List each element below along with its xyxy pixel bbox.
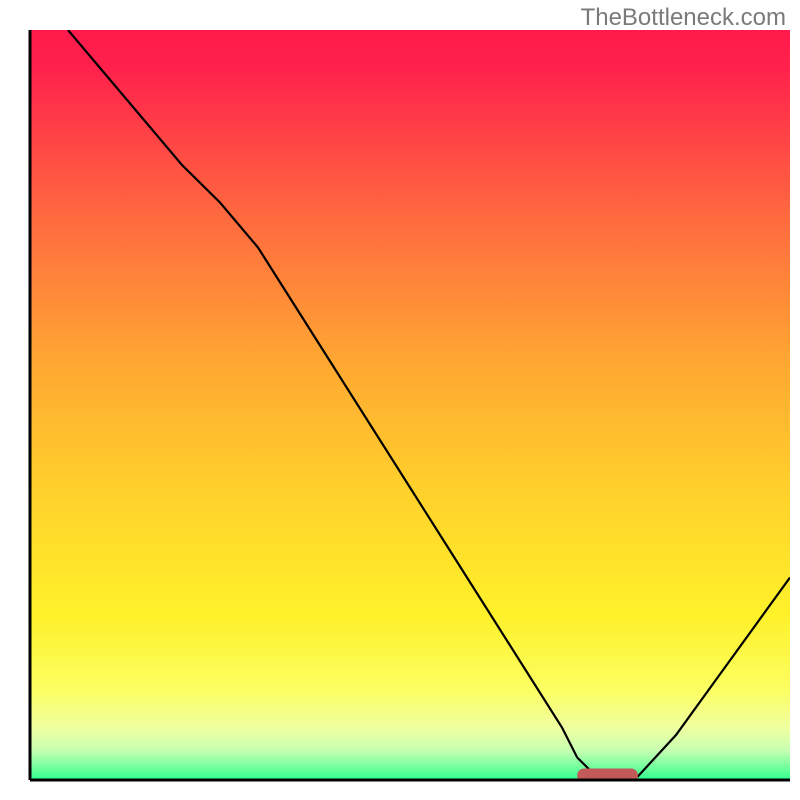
gradient-background xyxy=(30,30,790,780)
chart-container: TheBottleneck.com xyxy=(0,0,800,800)
bottleneck-chart xyxy=(0,0,800,800)
watermark-text: TheBottleneck.com xyxy=(581,4,786,32)
